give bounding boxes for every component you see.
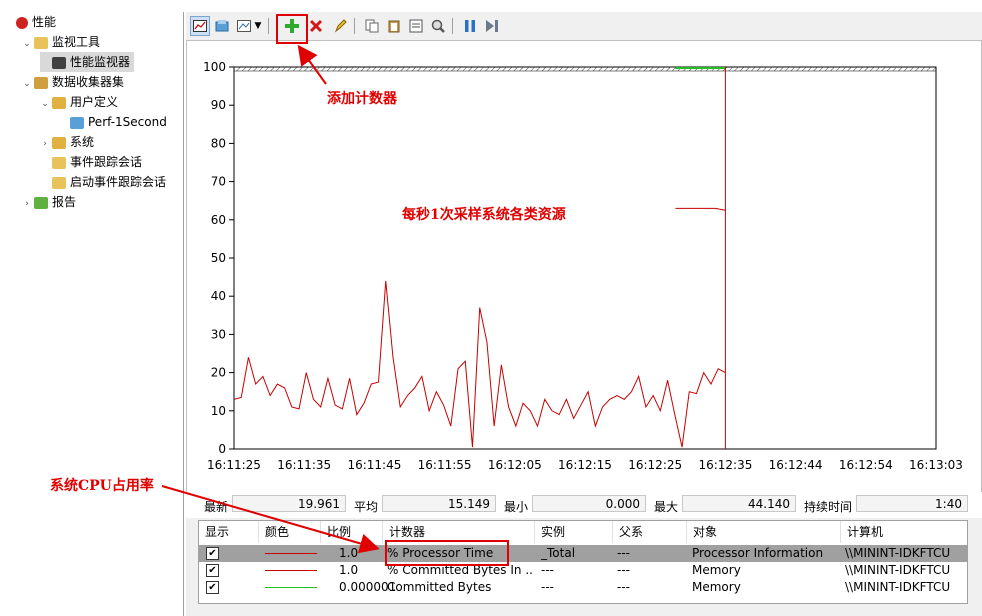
annotation-arrows bbox=[161, 44, 380, 554]
add-counter-arrow bbox=[297, 44, 327, 85]
add-counter-annotation: 添加计数器 bbox=[327, 91, 397, 107]
cpu-usage-arrow bbox=[161, 485, 380, 554]
sampling-annotation: 每秒1次采样系统各类资源 bbox=[402, 207, 566, 223]
cpu-usage-annotation: 系统CPU占用率 bbox=[50, 478, 154, 494]
